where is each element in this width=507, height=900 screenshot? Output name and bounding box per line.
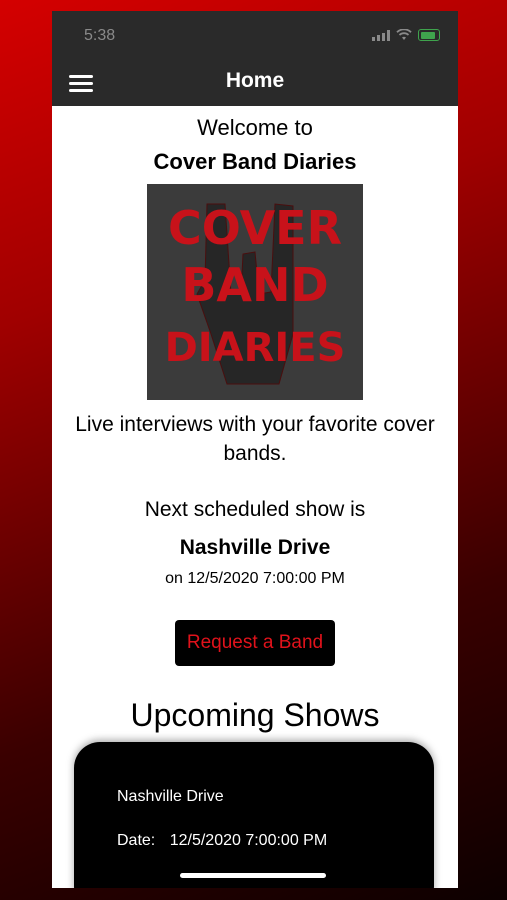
page-title: Home [225, 69, 285, 92]
wifi-icon [396, 29, 412, 40]
next-show-band: Nashville Drive [179, 536, 331, 559]
home-content: Welcome to Cover Band Diaries COVER BAND… [52, 106, 458, 734]
signal-icon [372, 29, 390, 41]
nav-bar: Home [52, 61, 458, 106]
logo-text-line3: DIARIES [165, 325, 346, 371]
logo-text-line2: BAND [181, 258, 328, 312]
home-indicator[interactable] [180, 873, 326, 878]
app-name: Cover Band Diaries [153, 149, 357, 174]
phone-screen: 5:38 Home Welcome to Cover Band Diaries [52, 11, 458, 888]
tagline: Live interviews with your favorite cover… [75, 413, 435, 465]
show-date-label: Date: [117, 832, 156, 849]
logo-text-line1: COVER [168, 201, 342, 255]
upcoming-show-card[interactable]: Nashville Drive Date: 12/5/2020 7:00:00 … [74, 742, 434, 888]
next-show-date: on 12/5/2020 7:00:00 PM [165, 570, 345, 587]
next-show-label: Next scheduled show is [144, 498, 366, 521]
app-logo: COVER BAND DIARIES [147, 184, 363, 400]
request-band-button[interactable]: Request a Band [174, 620, 336, 666]
rock-hand-icon: COVER BAND DIARIES [165, 201, 346, 385]
upcoming-shows-title: Upcoming Shows [130, 697, 380, 733]
battery-icon [418, 29, 440, 41]
show-date-value: 12/5/2020 7:00:00 PM [169, 832, 328, 849]
show-band-name: Nashville Drive [117, 788, 224, 805]
status-time: 5:38 [84, 27, 116, 44]
show-date-row: Date: 12/5/2020 7:00:00 PM [117, 832, 327, 850]
welcome-text: Welcome to [197, 115, 313, 140]
status-bar: 5:38 [52, 11, 458, 61]
status-icons [372, 29, 440, 41]
